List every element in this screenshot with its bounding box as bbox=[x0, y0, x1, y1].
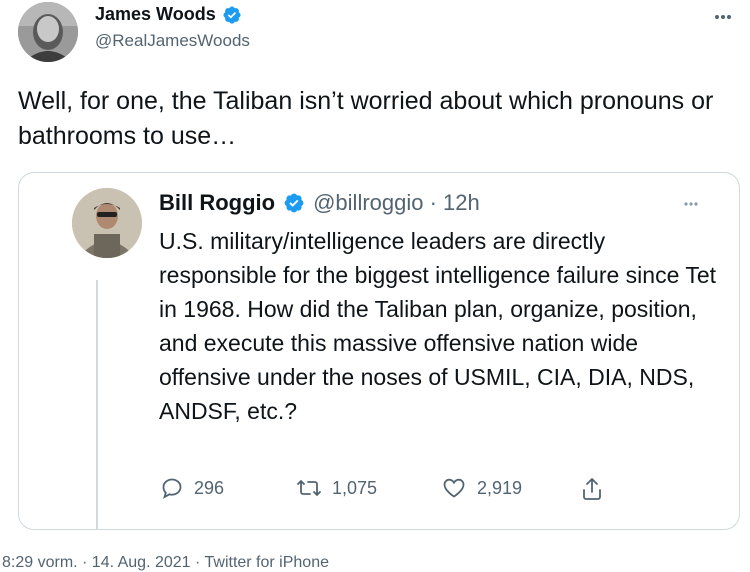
reply-icon bbox=[162, 478, 182, 499]
tweet-timestamp[interactable]: 8:29 vorm. · 14. Aug. 2021 · Twitter for… bbox=[2, 554, 329, 572]
quoted-header[interactable]: Bill Roggio @billroggio · 12h bbox=[159, 190, 480, 216]
author-avatar[interactable] bbox=[18, 2, 78, 62]
author-name-row[interactable]: James Woods bbox=[95, 4, 242, 25]
quoted-author-avatar[interactable] bbox=[72, 188, 142, 258]
verified-badge-icon bbox=[284, 193, 304, 213]
more-dots-icon bbox=[715, 15, 731, 19]
like-count: 2,919 bbox=[477, 477, 523, 498]
quoted-avatar-image bbox=[72, 188, 142, 258]
like-button[interactable]: 2,919 bbox=[441, 476, 522, 500]
quoted-tweet-text: U.S. military/intelligence leaders are d… bbox=[159, 228, 717, 424]
verified-badge-icon bbox=[223, 5, 241, 24]
reply-count: 296 bbox=[194, 477, 225, 498]
author-name[interactable]: James Woods bbox=[95, 4, 216, 25]
quoted-more-options-button[interactable] bbox=[676, 196, 706, 212]
reply-button[interactable]: 296 bbox=[160, 476, 224, 500]
more-options-button[interactable] bbox=[708, 8, 738, 26]
thread-connector-line bbox=[96, 280, 98, 530]
retweet-icon bbox=[297, 480, 321, 496]
share-button[interactable] bbox=[580, 476, 604, 502]
quoted-handle-time[interactable]: @billroggio · 12h bbox=[313, 190, 480, 216]
tweet-text: Well, for one, the Taliban isn’t worried… bbox=[18, 87, 714, 150]
retweet-button[interactable]: 1,075 bbox=[296, 476, 377, 500]
quoted-author-name[interactable]: Bill Roggio bbox=[159, 190, 275, 216]
more-dots-icon bbox=[684, 202, 698, 206]
retweet-count: 1,075 bbox=[332, 477, 378, 498]
author-avatar-image bbox=[18, 2, 78, 62]
heart-icon bbox=[443, 478, 465, 498]
share-icon bbox=[583, 478, 601, 500]
author-handle[interactable]: @RealJamesWoods bbox=[95, 31, 250, 51]
